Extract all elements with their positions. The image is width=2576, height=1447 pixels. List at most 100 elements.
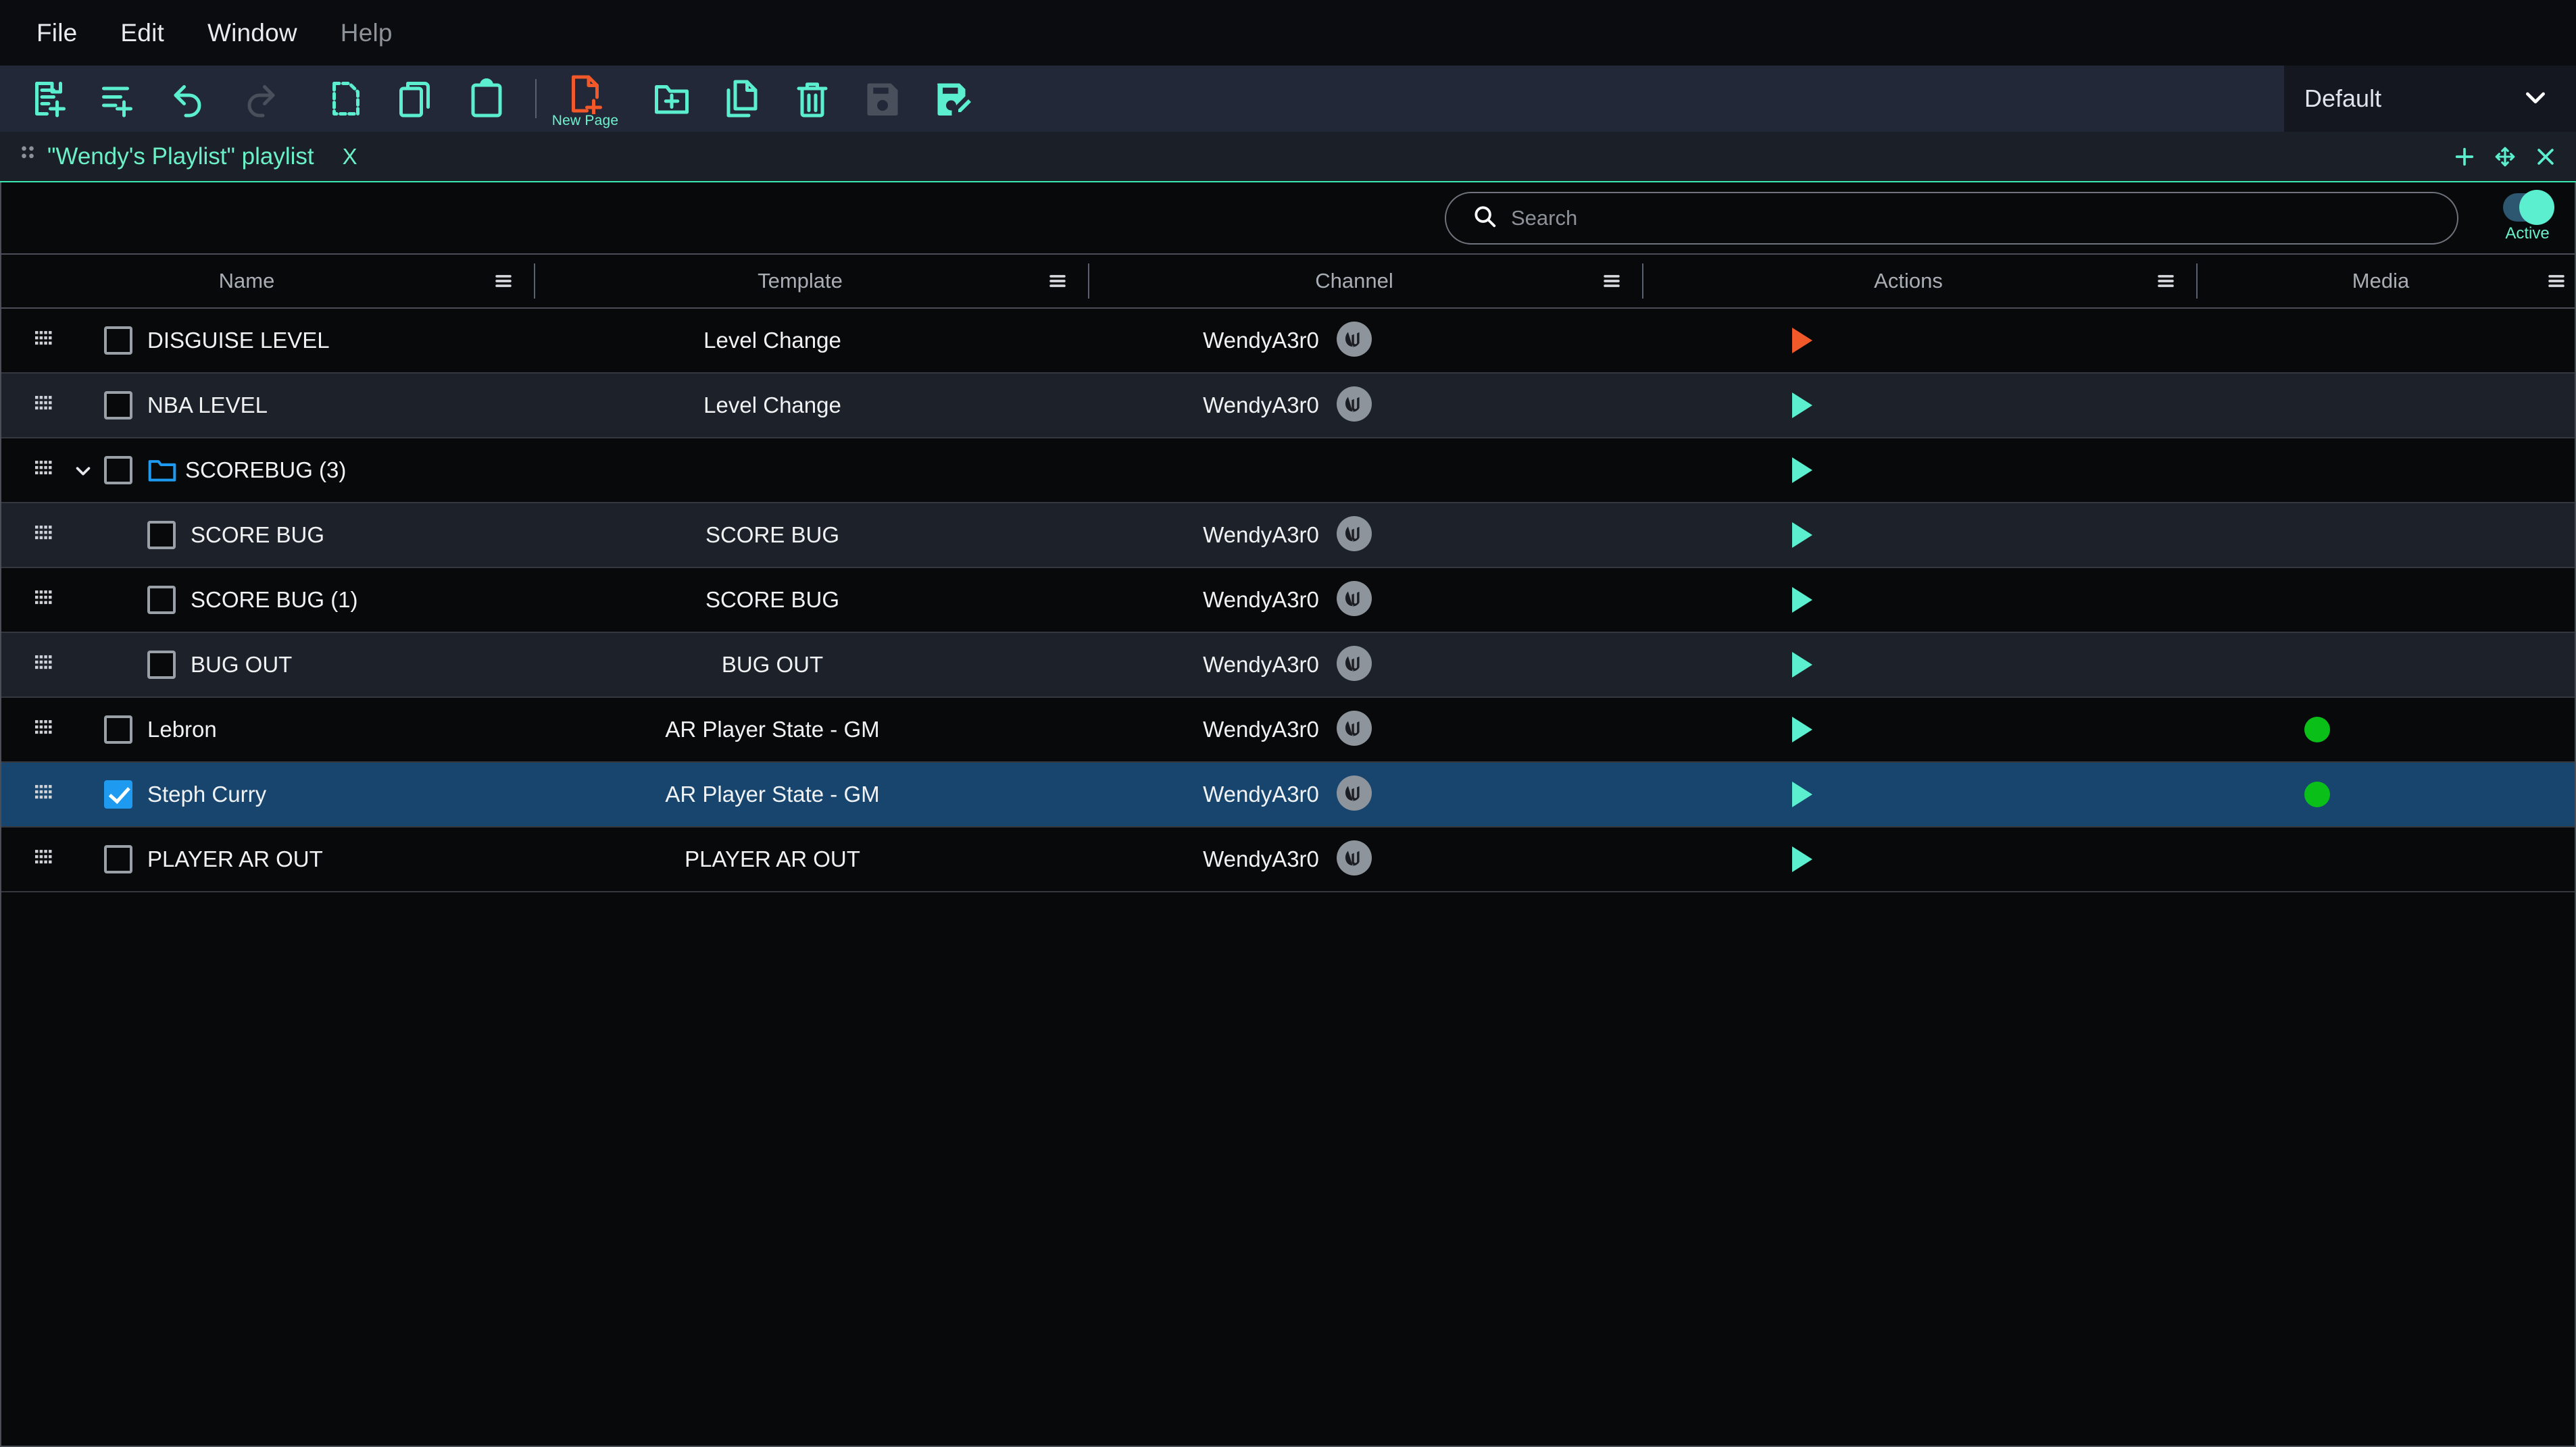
row-drag-handle-icon[interactable] <box>26 850 62 869</box>
folder-icon <box>147 457 177 483</box>
move-tab-icon[interactable] <box>2494 145 2517 168</box>
duplicate-button[interactable] <box>714 66 770 132</box>
row-play-button[interactable] <box>1792 328 1812 353</box>
menu-item-help[interactable]: Help <box>319 20 414 45</box>
undo-button[interactable] <box>161 66 218 132</box>
tabbar-actions <box>2453 145 2557 168</box>
add-tab-icon[interactable] <box>2453 145 2476 168</box>
row-checkbox[interactable] <box>104 326 132 355</box>
row-name-cell: DISGUISE LEVEL <box>1 309 515 372</box>
column-header-media[interactable]: Media <box>2216 255 2575 307</box>
close-panel-icon[interactable] <box>2534 145 2557 168</box>
row-drag-handle-icon[interactable] <box>26 590 62 609</box>
active-toggle[interactable]: Active <box>2503 193 2552 243</box>
row-actions-cell <box>1545 763 2060 826</box>
row-drag-handle-icon[interactable] <box>26 331 62 350</box>
row-checkbox[interactable] <box>147 586 176 614</box>
column-menu-icon-actions[interactable] <box>2154 270 2177 293</box>
cut-button[interactable] <box>318 66 374 132</box>
row-checkbox[interactable] <box>104 780 132 809</box>
media-status-dot <box>2304 782 2330 807</box>
row-drag-handle-icon[interactable] <box>26 396 62 415</box>
drag-grip-icon[interactable] <box>20 143 35 170</box>
row-drag-handle-icon[interactable] <box>26 526 62 544</box>
new-folder-button[interactable] <box>643 66 700 132</box>
row-drag-handle-icon[interactable] <box>26 720 62 739</box>
menu-item-file[interactable]: File <box>15 20 99 45</box>
row-media-cell <box>2060 568 2575 632</box>
row-drag-handle-icon[interactable] <box>26 655 62 674</box>
row-drag-handle-icon[interactable] <box>26 461 62 480</box>
table-row[interactable]: NBA LEVEL Level Change WendyA3r0 <box>1 374 2575 438</box>
row-channel: WendyA3r0 <box>1203 717 1319 742</box>
row-template: AR Player State - GM <box>665 782 879 807</box>
row-play-button[interactable] <box>1792 717 1812 742</box>
table-row[interactable]: SCOREBUG (3) <box>1 438 2575 503</box>
row-play-button[interactable] <box>1792 457 1812 483</box>
row-checkbox[interactable] <box>104 391 132 420</box>
row-media-cell <box>2060 828 2575 891</box>
row-expand-chevron-icon[interactable] <box>62 459 104 482</box>
row-name: SCOREBUG (3) <box>185 457 346 483</box>
row-drag-handle-icon[interactable] <box>26 785 62 804</box>
row-actions-cell <box>1545 309 2060 372</box>
add-row-button[interactable] <box>91 66 147 132</box>
new-page-button[interactable]: New Page <box>557 66 614 132</box>
column-header-channel[interactable]: Channel <box>1108 255 1623 307</box>
header-divider <box>1088 263 1089 299</box>
row-name-cell: PLAYER AR OUT <box>1 828 515 891</box>
save-button[interactable] <box>854 66 911 132</box>
row-checkbox[interactable] <box>147 651 176 679</box>
row-checkbox[interactable] <box>104 456 132 484</box>
row-checkbox[interactable] <box>104 845 132 873</box>
new-playlist-button[interactable] <box>20 66 77 132</box>
menu-item-edit[interactable]: Edit <box>99 20 186 45</box>
column-header-actions[interactable]: Actions <box>1662 255 2177 307</box>
column-menu-icon-name[interactable] <box>492 270 515 293</box>
search-box[interactable] <box>1445 192 2458 245</box>
row-play-button[interactable] <box>1792 652 1812 678</box>
row-checkbox[interactable] <box>104 715 132 744</box>
playlist-tab[interactable]: "Wendy's Playlist" playlist X <box>20 143 357 170</box>
paste-icon <box>466 78 507 119</box>
unreal-engine-icon <box>1337 776 1372 814</box>
row-channel-cell: WendyA3r0 <box>1030 374 1545 437</box>
column-header-name[interactable]: Name <box>1 255 515 307</box>
copy-button[interactable] <box>388 66 445 132</box>
table-row[interactable]: Lebron AR Player State - GM WendyA3r0 <box>1 698 2575 763</box>
profile-dropdown[interactable]: Default <box>2284 66 2576 132</box>
row-template: Level Change <box>703 328 841 353</box>
table-row[interactable]: BUG OUT BUG OUT WendyA3r0 <box>1 633 2575 698</box>
row-play-button[interactable] <box>1792 522 1812 548</box>
active-toggle-label: Active <box>2505 224 2549 243</box>
row-play-button[interactable] <box>1792 587 1812 613</box>
playlist-tab-close[interactable]: X <box>343 144 357 170</box>
unreal-engine-icon <box>1337 646 1372 684</box>
table-row[interactable]: Steph Curry AR Player State - GM WendyA3… <box>1 763 2575 828</box>
redo-button[interactable] <box>231 66 288 132</box>
paste-button[interactable] <box>458 66 515 132</box>
row-checkbox[interactable] <box>147 521 176 549</box>
row-actions-cell <box>1545 828 2060 891</box>
row-play-button[interactable] <box>1792 392 1812 418</box>
row-template: Level Change <box>703 392 841 418</box>
row-template-cell: SCORE BUG <box>515 503 1030 567</box>
save-as-button[interactable] <box>924 66 981 132</box>
table-row[interactable]: PLAYER AR OUT PLAYER AR OUT WendyA3r0 <box>1 828 2575 892</box>
row-play-button[interactable] <box>1792 782 1812 807</box>
column-header-template[interactable]: Template <box>554 255 1069 307</box>
column-menu-icon-media[interactable] <box>2545 270 2568 293</box>
search-input[interactable] <box>1511 206 2457 230</box>
column-menu-icon-channel[interactable] <box>1600 270 1623 293</box>
row-play-button[interactable] <box>1792 846 1812 872</box>
row-template-cell <box>515 438 1030 502</box>
delete-button[interactable] <box>784 66 841 132</box>
row-channel-cell: WendyA3r0 <box>1030 633 1545 696</box>
row-name-cell: BUG OUT <box>1 633 515 696</box>
column-menu-icon-template[interactable] <box>1046 270 1069 293</box>
table-row[interactable]: SCORE BUG (1) SCORE BUG WendyA3r0 <box>1 568 2575 633</box>
menu-item-window[interactable]: Window <box>186 20 319 45</box>
active-toggle-switch[interactable] <box>2503 193 2552 222</box>
table-row[interactable]: SCORE BUG SCORE BUG WendyA3r0 <box>1 503 2575 568</box>
table-row[interactable]: DISGUISE LEVEL Level Change WendyA3r0 <box>1 309 2575 374</box>
